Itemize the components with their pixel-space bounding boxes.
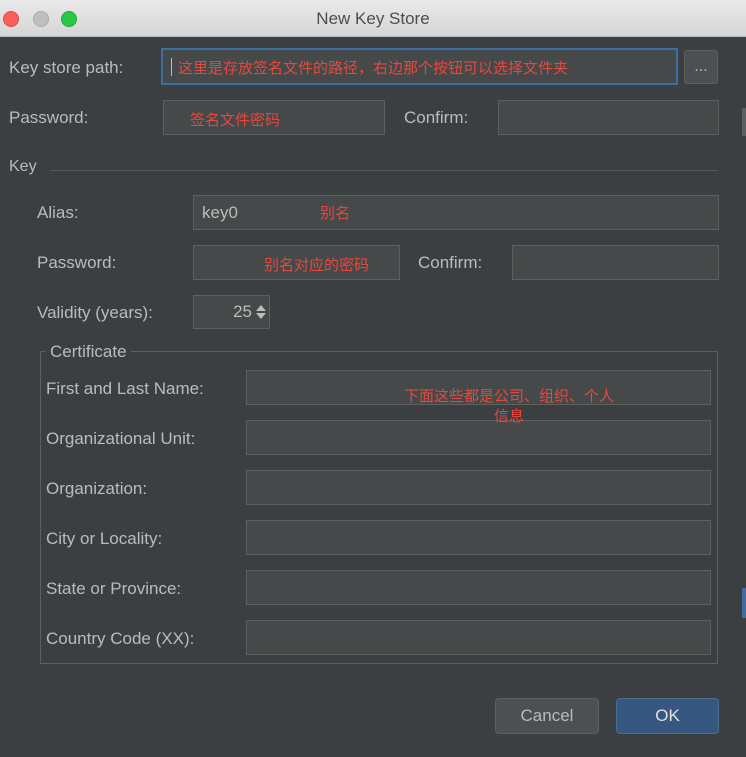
organization-input[interactable]: [246, 470, 711, 505]
spinner-arrows-icon[interactable]: [256, 305, 266, 319]
background-window-edge: [742, 108, 746, 136]
cancel-button[interactable]: Cancel: [495, 698, 599, 734]
first-last-name-label: First and Last Name:: [46, 379, 204, 398]
background-window-edge-selected: [742, 588, 746, 618]
key-password-label: Password:: [37, 253, 117, 272]
organizational-unit-label: Organizational Unit:: [46, 429, 196, 448]
key-confirm-label: Confirm:: [418, 253, 483, 272]
city-locality-input[interactable]: [246, 520, 711, 555]
certificate-annotation-line1: 下面这些都是公司、组织、个人: [403, 388, 614, 405]
keystore-confirm-label: Confirm:: [404, 108, 469, 127]
state-province-label: State or Province:: [46, 579, 182, 598]
text-caret: [171, 57, 172, 76]
keystore-password-annotation: 签名文件密码: [190, 112, 281, 129]
key-password-annotation: 别名对应的密码: [264, 257, 370, 274]
alias-input[interactable]: key0: [193, 195, 719, 230]
state-province-input[interactable]: [246, 570, 711, 605]
window-title: New Key Store: [316, 9, 430, 28]
key-confirm-input[interactable]: [512, 245, 719, 280]
validity-value: 25: [233, 302, 252, 321]
city-locality-label: City or Locality:: [46, 529, 163, 548]
key-section-label: Key: [9, 158, 37, 175]
keystore-password-label: Password:: [9, 108, 89, 127]
certificate-annotation-line2: 信息: [493, 408, 524, 425]
alias-value: key0: [202, 202, 238, 222]
keystore-confirm-input[interactable]: [498, 100, 719, 135]
ok-button[interactable]: OK: [616, 698, 719, 734]
key-section-divider: [50, 170, 718, 171]
alias-annotation: 别名: [320, 205, 351, 222]
validity-label: Validity (years):: [37, 303, 153, 322]
keystore-path-label: Key store path:: [9, 58, 124, 77]
validity-spinner[interactable]: 25: [193, 295, 270, 329]
arrow-down-icon[interactable]: [256, 313, 266, 319]
browse-button[interactable]: ...: [684, 50, 718, 84]
organization-label: Organization:: [46, 479, 148, 498]
title-bar: New Key Store: [0, 0, 746, 37]
country-code-label: Country Code (XX):: [46, 629, 195, 648]
country-code-input[interactable]: [246, 620, 711, 655]
alias-label: Alias:: [37, 203, 79, 222]
keystore-path-annotation: 这里是存放签名文件的路径，右边那个按钮可以选择文件夹: [178, 60, 569, 77]
certificate-annotation: 下面这些都是公司、组织、个人 信息: [379, 387, 639, 427]
certificate-legend: Certificate: [46, 342, 131, 362]
arrow-up-icon[interactable]: [256, 305, 266, 311]
